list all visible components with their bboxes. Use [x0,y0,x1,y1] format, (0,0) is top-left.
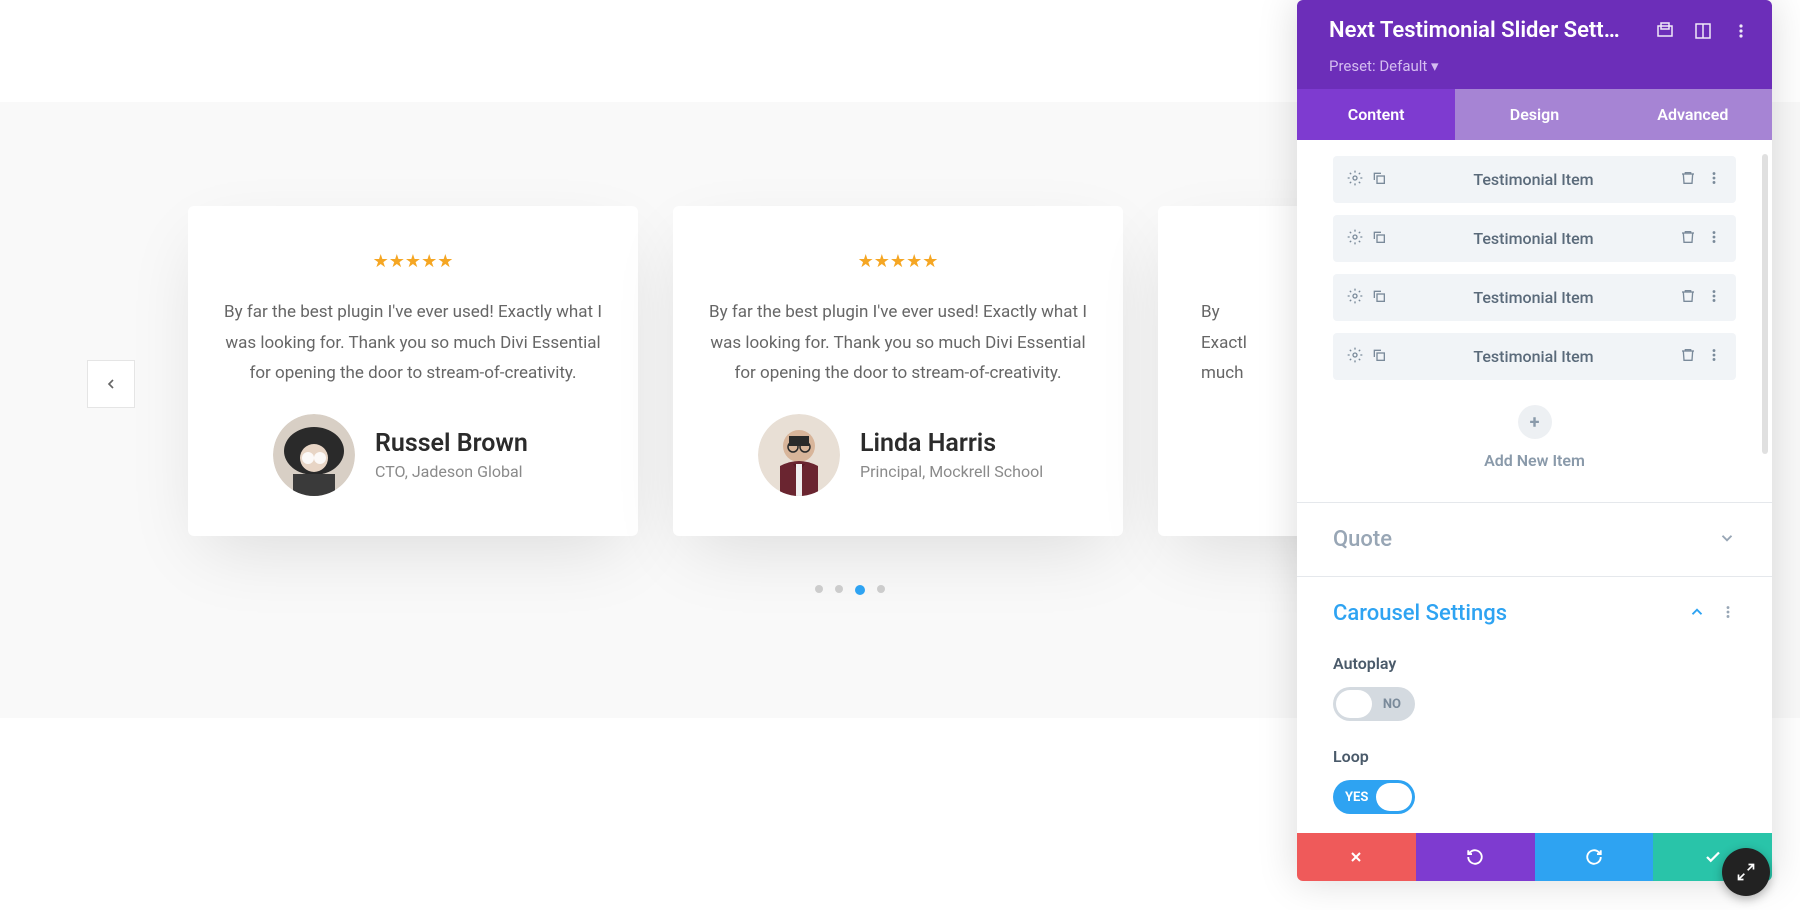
chevron-up-icon [1688,603,1706,625]
testimonial-quote: By far the best plugin I've ever used! E… [708,297,1088,389]
more-icon[interactable] [1706,229,1722,249]
panel-header[interactable]: Next Testimonial Slider Sett… [1297,0,1772,57]
author-block: Linda Harris Principal, Mockrell School [708,414,1088,496]
more-icon[interactable] [1720,604,1736,624]
item-label: Testimonial Item [1387,288,1680,307]
tab-content[interactable]: Content [1297,89,1455,140]
more-icon[interactable] [1732,22,1750,40]
author-role: CTO, Jadeson Global [375,462,528,481]
settings-panel: Next Testimonial Slider Sett… Preset: De… [1297,0,1772,881]
scrollbar[interactable] [1762,154,1768,454]
loop-label: Loop [1333,747,1736,766]
panel-title: Next Testimonial Slider Sett… [1329,18,1656,43]
section-quote-toggle[interactable]: Quote [1317,503,1752,576]
cancel-button[interactable] [1297,833,1416,881]
slider-dot-active[interactable] [855,585,865,595]
testimonial-item-row[interactable]: Testimonial Item [1333,333,1736,380]
slider-dots [640,585,1060,595]
responsive-icon[interactable] [1656,22,1674,40]
testimonial-item-row[interactable]: Testimonial Item [1333,274,1736,321]
star-rating: ★★★★★ [708,251,1088,272]
avatar [273,414,355,496]
gear-icon[interactable] [1347,170,1363,190]
section-carousel-toggle[interactable]: Carousel Settings [1317,577,1752,650]
section-title: Quote [1333,527,1392,552]
duplicate-icon[interactable] [1371,347,1387,367]
slider-dot[interactable] [815,585,823,593]
chevron-down-icon [1718,529,1736,551]
autoplay-toggle[interactable]: NO [1333,687,1415,721]
tab-design[interactable]: Design [1455,89,1613,140]
expand-fab-button[interactable] [1722,848,1770,896]
trash-icon[interactable] [1680,170,1696,190]
trash-icon[interactable] [1680,229,1696,249]
trash-icon[interactable] [1680,288,1696,308]
tab-advanced[interactable]: Advanced [1614,89,1772,140]
testimonial-card: ★★★★★ By far the best plugin I've ever u… [673,206,1123,536]
author-block: Russel Brown CTO, Jadeson Global [223,414,603,496]
panel-body[interactable]: Testimonial Item Testimonial Item [1297,140,1772,833]
more-icon[interactable] [1706,288,1722,308]
gear-icon[interactable] [1347,288,1363,308]
testimonial-item-row[interactable]: Testimonial Item [1333,215,1736,262]
undo-button[interactable] [1416,833,1535,881]
add-item-button[interactable]: + [1518,405,1552,439]
testimonial-item-row[interactable]: Testimonial Item [1333,156,1736,203]
panel-footer [1297,833,1772,881]
panel-tabs: Content Design Advanced [1297,89,1772,140]
expand-icon[interactable] [1694,22,1712,40]
duplicate-icon[interactable] [1371,170,1387,190]
duplicate-icon[interactable] [1371,288,1387,308]
testimonial-quote: By far the best plugin I've ever used! E… [223,297,603,389]
more-icon[interactable] [1706,347,1722,367]
preset-selector[interactable]: Preset: Default ▾ [1297,57,1772,89]
trash-icon[interactable] [1680,347,1696,367]
slider-dot[interactable] [877,585,885,593]
loop-toggle[interactable]: YES [1333,780,1415,814]
avatar [758,414,840,496]
slider-prev-button[interactable] [87,360,135,408]
item-label: Testimonial Item [1387,170,1680,189]
gear-icon[interactable] [1347,229,1363,249]
redo-button[interactable] [1535,833,1654,881]
author-name: Linda Harris [860,429,1043,458]
item-label: Testimonial Item [1387,347,1680,366]
autoplay-label: Autoplay [1333,654,1736,673]
author-name: Russel Brown [375,429,528,458]
add-item-label: Add New Item [1317,451,1752,470]
gear-icon[interactable] [1347,347,1363,367]
star-rating: ★★★★★ [223,251,603,272]
slider-dot[interactable] [835,585,843,593]
author-role: Principal, Mockrell School [860,462,1043,481]
item-label: Testimonial Item [1387,229,1680,248]
duplicate-icon[interactable] [1371,229,1387,249]
testimonial-card: ★★★★★ By far the best plugin I've ever u… [188,206,638,536]
section-title: Carousel Settings [1333,601,1507,626]
more-icon[interactable] [1706,170,1722,190]
